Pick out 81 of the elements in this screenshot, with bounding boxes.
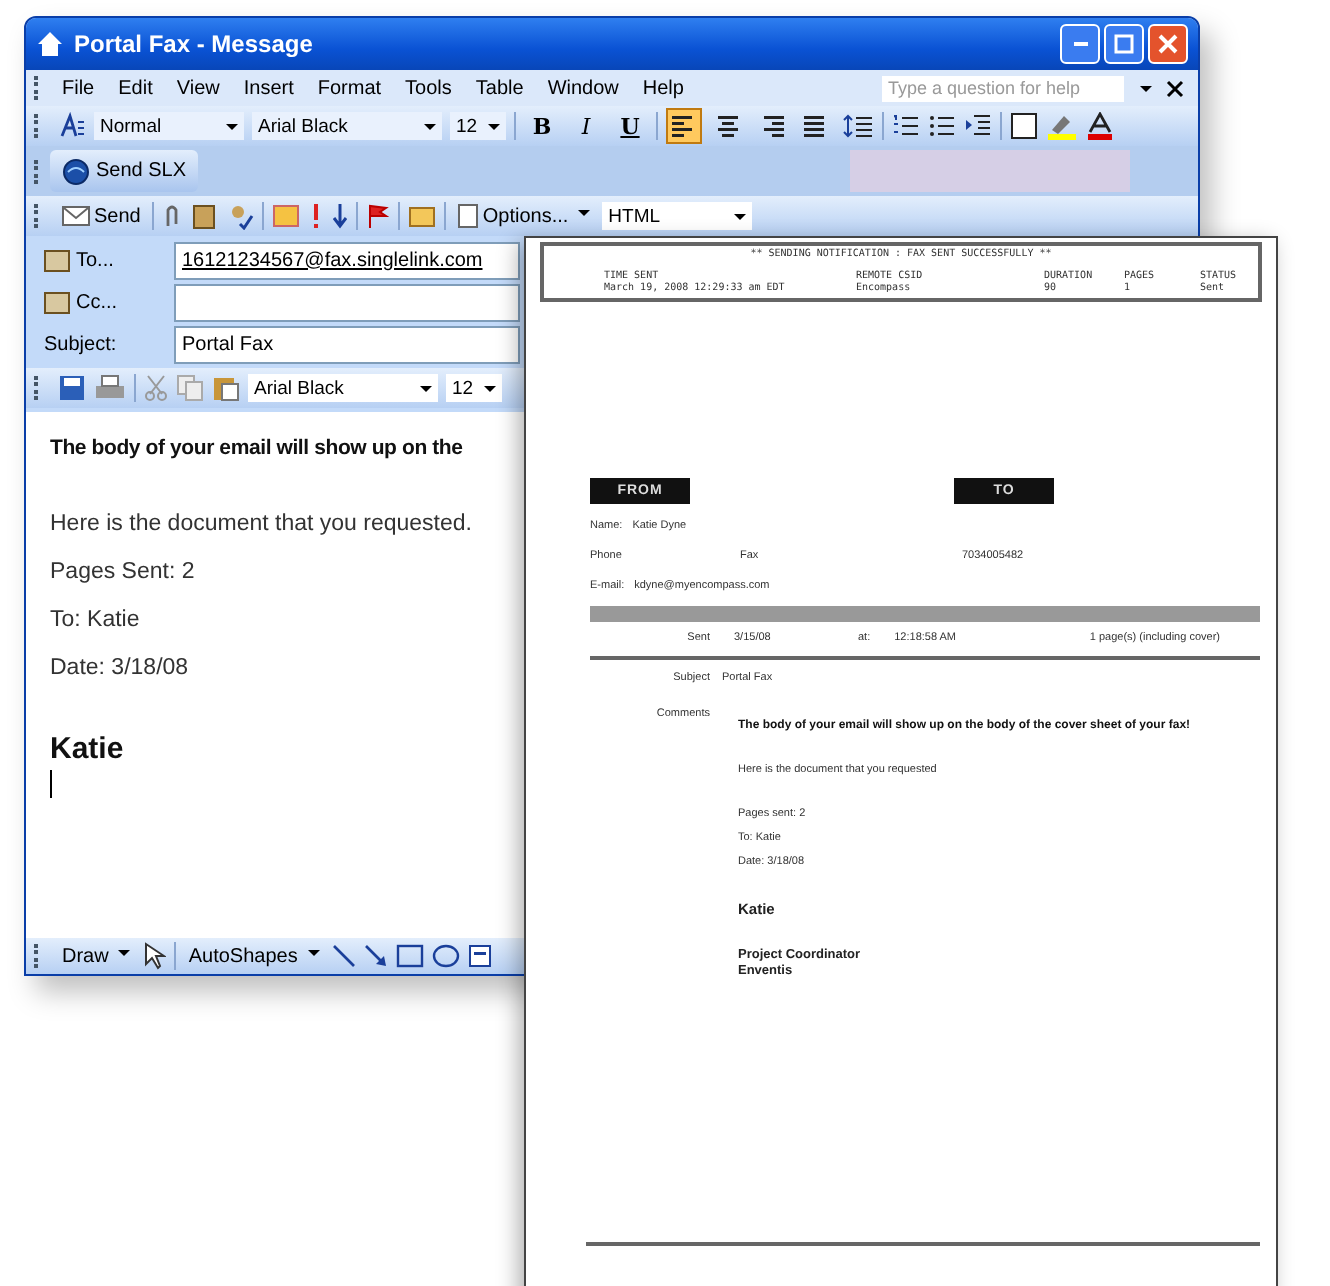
menu-item[interactable]: Edit [106,77,165,99]
draw-menu-button[interactable]: Draw [58,945,135,967]
line-spacing-icon[interactable] [842,112,874,140]
align-lines-icon [714,114,742,138]
rectangle-icon[interactable] [395,944,424,968]
font-dropdown[interactable]: Arial Black [248,374,438,402]
numbered-list-icon[interactable] [892,112,920,140]
flag-icon[interactable] [366,202,391,230]
maximize-icon [1114,34,1134,54]
maximize-button[interactable] [1104,24,1144,64]
options-button[interactable]: Options... [454,204,595,228]
check-names-icon[interactable] [226,202,255,230]
menu-item[interactable]: Help [630,77,696,99]
font-dropdown[interactable]: Arial Black [252,112,442,140]
send-slx-button[interactable]: Send SLX [50,150,199,192]
field-label: Subject: [42,333,119,355]
bold-button[interactable]: B [524,108,560,144]
paperclip-icon[interactable] [162,202,183,230]
format-dropdown[interactable]: HTML [602,202,753,230]
body-text: Here is the document that you requested. [50,512,472,536]
text-cursor [50,770,52,798]
address-button[interactable]: Cc... [38,284,162,320]
document-icon [458,204,479,228]
header-field[interactable]: 16121234567@fax.singlelink.com [174,241,520,279]
text-box-icon[interactable] [467,944,492,968]
close-icon[interactable] [1166,79,1184,97]
menu-item[interactable]: Insert [231,77,306,99]
toolbar-grip[interactable] [34,376,42,400]
save-icon[interactable] [58,374,86,402]
menu-item[interactable]: View [164,77,232,99]
body-text: Katie [50,732,124,766]
menu-item[interactable]: Tools [393,77,464,99]
toolbar-grip[interactable] [34,159,42,183]
styles-icon[interactable] [58,112,86,140]
toolbar-grip[interactable] [34,76,42,100]
bulleted-list-icon[interactable] [928,112,956,140]
font-color-icon[interactable] [1086,112,1114,140]
close-button[interactable] [1148,24,1188,64]
menu-item[interactable]: Window [535,77,631,99]
globe-icon [62,157,90,185]
window-title: Portal Fax - Message [74,30,313,58]
border-icon[interactable] [1010,112,1038,140]
dropdown-arrow-icon[interactable] [1138,80,1154,96]
autoshapes-menu-button[interactable]: AutoShapes [184,945,324,967]
menu-item[interactable]: File [50,77,107,99]
body-text: Pages Sent: 2 [50,560,195,584]
font-size-dropdown[interactable]: 12 [450,112,506,140]
minimize-button[interactable] [1060,24,1100,64]
toolbar-grip[interactable] [34,114,42,138]
body-text: To: Katie [50,608,140,632]
line-icon[interactable] [331,944,356,968]
body-text: The body of your email will show up on the [50,436,463,460]
indent-icon[interactable] [964,112,992,140]
align-lines-icon [670,114,698,138]
close-icon [1158,34,1178,54]
italic-button[interactable]: I [568,108,604,144]
house-icon [36,30,64,58]
toolbar-grip[interactable] [34,204,42,228]
header-field[interactable]: Portal Fax [174,325,520,363]
down-arrow-icon[interactable] [332,202,349,230]
highlighter-icon[interactable] [1046,112,1078,140]
print-icon[interactable] [94,374,126,402]
align-lines-icon [802,114,830,138]
align-lines-icon [758,114,786,138]
address-button[interactable]: To... [38,242,162,278]
menu-item[interactable]: Table [463,77,536,99]
align-left-button[interactable] [666,108,702,144]
header-field[interactable] [174,283,520,321]
minimize-icon [1073,42,1087,46]
menu-item[interactable]: Format [305,77,394,99]
clipboard-icon[interactable] [212,374,240,402]
underline-button[interactable]: U [612,108,648,144]
body-text: Date: 3/18/08 [50,656,189,680]
send-button[interactable]: Send [58,205,145,227]
oval-icon[interactable] [431,944,460,968]
arrow-icon[interactable] [363,944,388,968]
font-size-dropdown[interactable]: 12 [446,374,502,402]
help-search-field[interactable]: Type a question for help [882,75,1124,101]
toolbar-grip[interactable] [34,944,42,968]
pointer-icon[interactable] [142,942,167,970]
style-dropdown[interactable]: Normal [94,112,244,140]
